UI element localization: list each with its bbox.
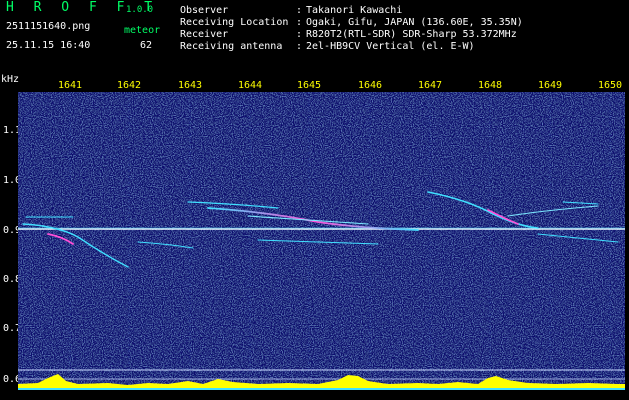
info-separator: :: [296, 29, 303, 40]
x-tick: 1644: [237, 80, 263, 91]
x-tick: 1650: [597, 80, 623, 91]
x-tick: 1641: [57, 80, 83, 91]
meteor-label: meteor: [124, 25, 161, 36]
info-key-receiver: Receiver: [180, 29, 229, 40]
x-tick: 1642: [116, 80, 142, 91]
x-tick: 1647: [417, 80, 443, 91]
info-key-observer: Observer: [180, 5, 229, 16]
info-separator: :: [296, 17, 303, 28]
info-value-location: Ogaki, Gifu, JAPAN (136.60E, 35.35N): [306, 17, 523, 28]
spectrogram-background: [18, 92, 625, 390]
spectrogram-canvas[interactable]: [18, 92, 625, 390]
info-separator: :: [296, 41, 303, 52]
signal-level-base: [18, 388, 625, 390]
x-tick: 1649: [537, 80, 563, 91]
filename-label: 2511151640.png: [6, 21, 91, 32]
info-value-receiver: R820T2(RTL-SDR) SDR-Sharp 53.372MHz: [306, 29, 517, 40]
meteor-count: 62: [140, 40, 153, 51]
info-value-observer: Takanori Kawachi: [306, 5, 403, 16]
info-key-antenna: Receiving antenna: [180, 41, 283, 52]
info-key-location: Receiving Location: [180, 17, 289, 28]
y-unit-label: kHz: [1, 74, 20, 85]
x-tick: 1648: [477, 80, 503, 91]
x-tick: 1643: [177, 80, 203, 91]
app-version: 1.0.0: [126, 5, 154, 15]
x-tick: 1646: [357, 80, 383, 91]
info-value-antenna: 2el-HB9CV Vertical (el. E-W): [306, 41, 475, 52]
x-tick: 1645: [296, 80, 322, 91]
datetime-label: 25.11.15 16:40: [6, 40, 91, 51]
info-separator: :: [296, 5, 303, 16]
